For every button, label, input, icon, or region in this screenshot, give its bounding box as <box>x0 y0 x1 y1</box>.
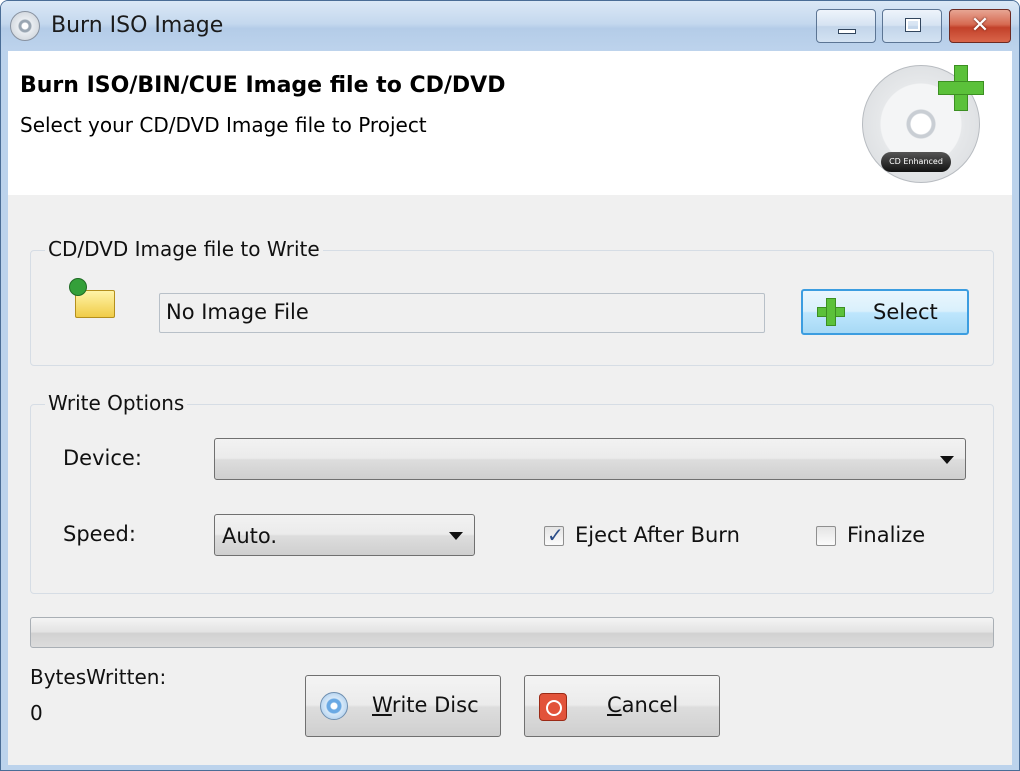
select-button-label: Select <box>873 300 938 324</box>
page-subtitle: Select your CD/DVD Image file to Project <box>20 113 427 137</box>
finalize-checkbox[interactable] <box>816 526 836 546</box>
cd-enhanced-badge: CD Enhanced <box>881 152 951 172</box>
stop-icon <box>539 693 567 721</box>
device-label: Device: <box>63 446 142 470</box>
minimize-button[interactable] <box>816 9 876 43</box>
chevron-down-icon <box>940 456 954 464</box>
write-options-legend: Write Options <box>45 391 188 415</box>
eject-after-burn-checkbox[interactable]: ✓ <box>544 523 564 547</box>
image-file-field: No Image File <box>159 293 765 333</box>
close-button[interactable]: ✕ <box>949 9 1011 43</box>
bytes-written-label: BytesWritten: <box>30 665 167 689</box>
cancel-label: Cancel <box>607 693 679 717</box>
title-bar[interactable]: Burn ISO Image ✕ <box>1 1 1019 51</box>
eject-after-burn-label[interactable]: Eject After Burn <box>575 523 740 547</box>
minimize-icon <box>838 29 856 34</box>
finalize-label[interactable]: Finalize <box>847 523 925 547</box>
maximize-icon <box>905 18 921 32</box>
close-icon: ✕ <box>970 13 990 38</box>
speed-label: Speed: <box>63 522 136 546</box>
plus-icon-horizontal <box>938 81 984 95</box>
image-file-group-legend: CD/DVD Image file to Write <box>45 237 323 261</box>
burn-iso-window: Burn ISO Image ✕ Burn ISO/BIN/CUE Image … <box>0 0 1020 771</box>
disc-icon <box>320 692 348 720</box>
speed-value: Auto. <box>222 524 278 548</box>
bytes-written-value: 0 <box>30 701 43 725</box>
maximize-button[interactable] <box>882 9 942 43</box>
cancel-button[interactable]: Cancel <box>524 675 720 737</box>
checkmark-icon: ✓ <box>547 523 564 547</box>
cd-icon <box>10 11 40 41</box>
dialog-body: CD/DVD Image file to Write No Image File… <box>8 195 1012 765</box>
image-file-group: CD/DVD Image file to Write No Image File… <box>30 237 994 366</box>
page-title: Burn ISO/BIN/CUE Image file to CD/DVD <box>20 73 506 98</box>
write-options-group: Write Options Device: Speed: Auto. ✓ Eje… <box>30 391 994 594</box>
chevron-down-icon <box>449 532 463 540</box>
write-disc-label: Write Disc <box>372 693 479 717</box>
window-title: Burn ISO Image <box>51 13 224 38</box>
header-banner: Burn ISO/BIN/CUE Image file to CD/DVD Se… <box>8 51 1012 195</box>
device-dropdown[interactable] <box>214 438 966 480</box>
select-button[interactable]: Select <box>801 289 969 335</box>
folder-open-icon <box>69 278 115 318</box>
write-disc-button[interactable]: Write Disc <box>305 675 501 737</box>
speed-dropdown[interactable]: Auto. <box>214 514 475 556</box>
burn-progress-bar <box>30 617 994 648</box>
